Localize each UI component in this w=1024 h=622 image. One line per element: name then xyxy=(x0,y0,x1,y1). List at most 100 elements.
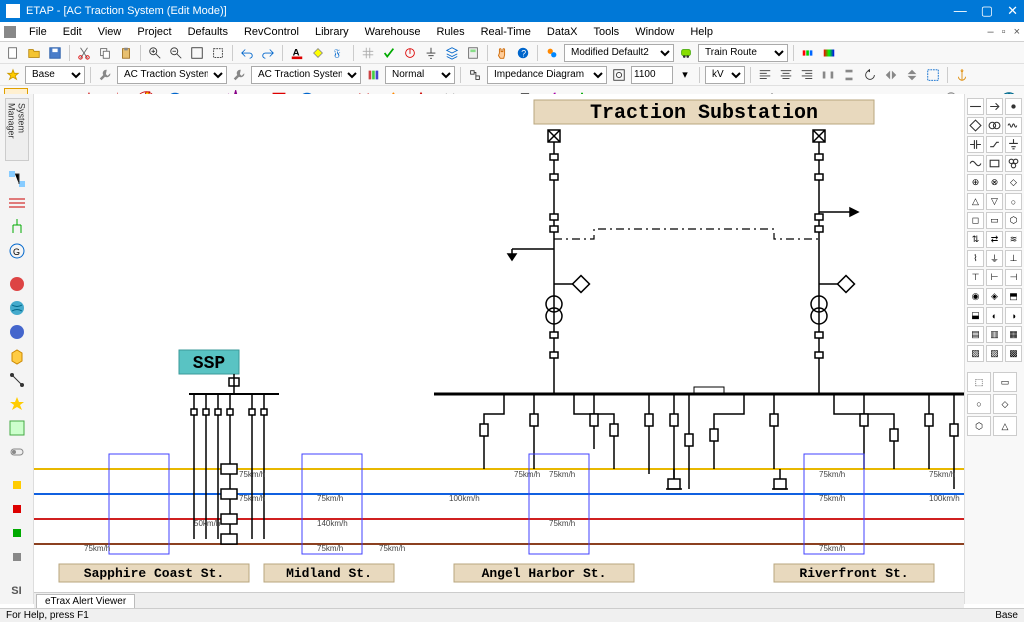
layers-icon[interactable] xyxy=(443,44,461,62)
preset1-combo[interactable]: AC Traction System xyxy=(117,66,227,84)
p-g-icon[interactable]: ◻ xyxy=(967,212,984,229)
books-icon[interactable] xyxy=(364,66,382,84)
zoom-region-icon[interactable] xyxy=(209,44,227,62)
minimize-button[interactable]: — xyxy=(954,3,967,19)
oneline-icon[interactable] xyxy=(466,66,484,84)
menu-help[interactable]: Help xyxy=(683,24,720,40)
p-e-icon[interactable]: ▽ xyxy=(986,193,1003,210)
mode-combo[interactable]: Normal xyxy=(385,66,455,84)
menu-warehouse[interactable]: Warehouse xyxy=(358,24,428,40)
flip-h-icon[interactable] xyxy=(882,66,900,84)
connector-icon[interactable] xyxy=(5,370,29,390)
palette-icon[interactable] xyxy=(799,44,817,62)
mdi-close-button[interactable]: × xyxy=(1014,26,1020,38)
power-icon[interactable] xyxy=(401,44,419,62)
p-f-icon[interactable]: ○ xyxy=(1005,193,1022,210)
menu-edit[interactable]: Edit xyxy=(56,24,89,40)
menu-realtime[interactable]: Real-Time xyxy=(474,24,538,40)
align-center-icon[interactable] xyxy=(777,66,795,84)
menu-rules[interactable]: Rules xyxy=(429,24,471,40)
p-l-icon[interactable]: ≋ xyxy=(1005,231,1022,248)
distribute-v-icon[interactable] xyxy=(840,66,858,84)
zoom-fit-icon[interactable] xyxy=(188,44,206,62)
etrax-alert-tab[interactable]: eTrax Alert Viewer xyxy=(36,594,135,608)
p-b-icon[interactable]: ⊗ xyxy=(986,174,1003,191)
p-w-icon[interactable]: ◐ xyxy=(986,307,1003,324)
p-c-icon[interactable]: ◇ xyxy=(1005,174,1022,191)
align-left-icon[interactable] xyxy=(756,66,774,84)
si-toggle[interactable]: SI xyxy=(5,583,29,600)
copy-icon[interactable] xyxy=(96,44,114,62)
zoom-out-icon[interactable] xyxy=(167,44,185,62)
rotate-icon[interactable] xyxy=(861,66,879,84)
maximize-button[interactable]: ▢ xyxy=(981,3,993,19)
aux6-icon[interactable]: △ xyxy=(993,416,1017,436)
p-o-icon[interactable]: ⊥ xyxy=(1005,250,1022,267)
menu-tools[interactable]: Tools xyxy=(587,24,627,40)
branch-icon[interactable] xyxy=(5,217,29,237)
p-j-icon[interactable]: ⇅ xyxy=(967,231,984,248)
base-combo[interactable]: Base xyxy=(25,66,85,84)
menu-project[interactable]: Project xyxy=(130,24,178,40)
grid-icon[interactable] xyxy=(359,44,377,62)
menu-file[interactable]: File xyxy=(22,24,54,40)
p-m-icon[interactable]: ⌇ xyxy=(967,250,984,267)
p-inductor-icon[interactable] xyxy=(1005,117,1022,134)
wrench-icon[interactable] xyxy=(96,66,114,84)
p-arrow-icon[interactable] xyxy=(986,98,1003,115)
map-icon[interactable] xyxy=(5,418,29,438)
node-red-icon[interactable] xyxy=(5,499,29,519)
help-icon[interactable]: ? xyxy=(514,44,532,62)
aux3-icon[interactable]: ○ xyxy=(967,394,991,414)
bus-icon[interactable] xyxy=(5,193,29,213)
switch-icon[interactable] xyxy=(5,442,29,462)
kv-combo[interactable]: kV xyxy=(705,66,745,84)
zoom-dropdown-icon[interactable]: ▾ xyxy=(676,66,694,84)
menu-library[interactable]: Library xyxy=(308,24,356,40)
diagram-canvas[interactable]: Traction Substation xyxy=(34,94,964,592)
sphere-red-icon[interactable] xyxy=(5,274,29,294)
fill-color-icon[interactable] xyxy=(309,44,327,62)
p-z-icon[interactable]: ▥ xyxy=(986,326,1003,343)
redo-icon[interactable] xyxy=(259,44,277,62)
paste-icon[interactable] xyxy=(117,44,135,62)
aux2-icon[interactable]: ▭ xyxy=(993,372,1017,392)
system-manager-tab[interactable]: System Manager xyxy=(5,98,29,161)
p-t-icon[interactable]: ◈ xyxy=(986,288,1003,305)
mdi-minimize-button[interactable]: – xyxy=(988,26,994,38)
anchor-icon[interactable] xyxy=(953,66,971,84)
mdi-restore-button[interactable]: ▫ xyxy=(1002,26,1006,38)
train-icon[interactable] xyxy=(677,44,695,62)
hand-icon[interactable] xyxy=(493,44,511,62)
p-v-icon[interactable]: ⬓ xyxy=(967,307,984,324)
p-p-icon[interactable]: ⊤ xyxy=(967,269,984,286)
zoom-in-icon[interactable] xyxy=(146,44,164,62)
p-3circ-icon[interactable] xyxy=(1005,155,1022,172)
net1-icon[interactable] xyxy=(5,169,29,189)
menu-defaults[interactable]: Defaults xyxy=(181,24,235,40)
menu-revcontrol[interactable]: RevControl xyxy=(237,24,306,40)
text-color-icon[interactable]: A xyxy=(288,44,306,62)
zoom-input[interactable] xyxy=(631,66,673,84)
aux5-icon[interactable]: ⬡ xyxy=(967,416,991,436)
p-n-icon[interactable]: ⏚ xyxy=(986,250,1003,267)
p-bus-icon[interactable] xyxy=(967,98,984,115)
align-right-icon[interactable] xyxy=(798,66,816,84)
check-icon[interactable] xyxy=(380,44,398,62)
schematic-icon[interactable] xyxy=(610,66,628,84)
group-icon[interactable] xyxy=(924,66,942,84)
train-route-combo[interactable]: Train Route xyxy=(698,44,788,62)
p-q-icon[interactable]: ⊢ xyxy=(986,269,1003,286)
aux1-icon[interactable]: ⬚ xyxy=(967,372,991,392)
p-u-icon[interactable]: ⬒ xyxy=(1005,288,1022,305)
star-icon[interactable] xyxy=(4,66,22,84)
cube-icon[interactable] xyxy=(5,346,29,366)
open-icon[interactable] xyxy=(25,44,43,62)
menu-view[interactable]: View xyxy=(91,24,129,40)
star-tool-icon[interactable] xyxy=(5,394,29,414)
p-bb-icon[interactable]: ▧ xyxy=(967,345,984,362)
theme-icon[interactable] xyxy=(543,44,561,62)
close-button[interactable]: ✕ xyxy=(1007,3,1018,19)
ground-icon[interactable] xyxy=(422,44,440,62)
node-gray-icon[interactable] xyxy=(5,547,29,567)
